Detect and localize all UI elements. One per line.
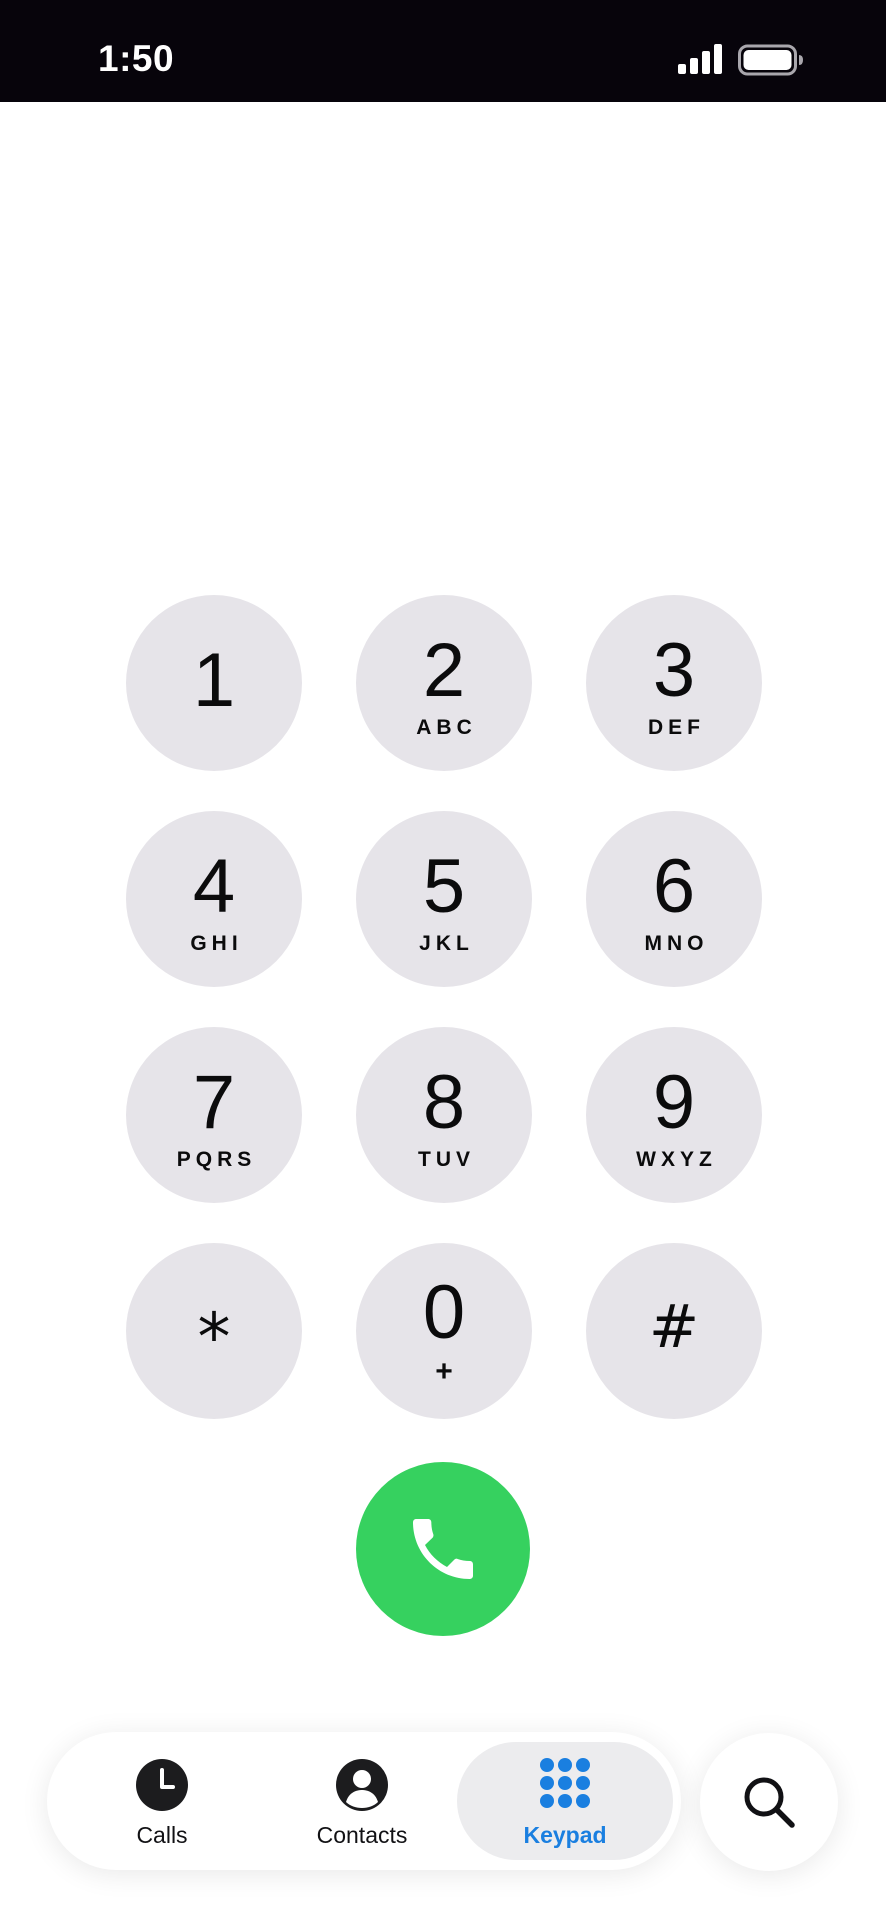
key-letters: MNO: [644, 932, 709, 955]
key-letters: TUV: [418, 1148, 475, 1171]
key-letters: +: [435, 1355, 453, 1388]
key-digit: 2: [422, 628, 466, 713]
key-digit: 0: [422, 1270, 466, 1355]
key-letters: GHI: [190, 932, 243, 955]
key-8[interactable]: 8 TUV: [356, 1027, 532, 1203]
person-circle-icon: [336, 1759, 388, 1811]
tab-keypad[interactable]: Keypad: [457, 1742, 673, 1860]
tab-label: Keypad: [523, 1822, 607, 1848]
clock-icon: [136, 1759, 188, 1811]
key-2[interactable]: 2 ABC: [356, 595, 532, 771]
key-star[interactable]: *: [126, 1243, 302, 1419]
search-icon: [744, 1777, 795, 1828]
key-digit: 4: [192, 844, 236, 929]
key-digit: 5: [422, 844, 466, 929]
key-4[interactable]: 4 GHI: [126, 811, 302, 987]
key-letters: WXYZ: [636, 1148, 717, 1171]
key-hash[interactable]: #: [586, 1243, 762, 1419]
key-digit: 3: [652, 628, 696, 713]
call-button[interactable]: [356, 1462, 530, 1636]
key-6[interactable]: 6 MNO: [586, 811, 762, 987]
keypad-grid-icon: [540, 1758, 590, 1808]
key-3[interactable]: 3 DEF: [586, 595, 762, 771]
tab-contacts[interactable]: Contacts: [287, 1732, 437, 1870]
key-digit: 1: [192, 638, 236, 723]
key-digit: 9: [652, 1060, 696, 1145]
key-1[interactable]: 1: [126, 595, 302, 771]
key-digit: 6: [652, 844, 696, 929]
key-symbol: *: [197, 1299, 231, 1376]
search-button[interactable]: [700, 1733, 838, 1871]
tab-label: Contacts: [316, 1822, 408, 1848]
key-symbol: #: [648, 1292, 700, 1362]
key-letters: ABC: [416, 716, 477, 739]
key-0[interactable]: 0 +: [356, 1243, 532, 1419]
key-7[interactable]: 7 PQRS: [126, 1027, 302, 1203]
tab-label: Calls: [136, 1822, 188, 1848]
key-letters: DEF: [648, 716, 705, 739]
key-letters: PQRS: [176, 1148, 257, 1171]
key-digit: 7: [192, 1060, 236, 1145]
key-letters: JKL: [419, 932, 474, 955]
tab-bar: Calls Contacts Keypad: [47, 1732, 681, 1870]
key-9[interactable]: 9 WXYZ: [586, 1027, 762, 1203]
tab-calls[interactable]: Calls: [97, 1732, 227, 1870]
key-5[interactable]: 5 JKL: [356, 811, 532, 987]
key-digit: 8: [422, 1060, 466, 1145]
phone-icon: [413, 1519, 473, 1579]
